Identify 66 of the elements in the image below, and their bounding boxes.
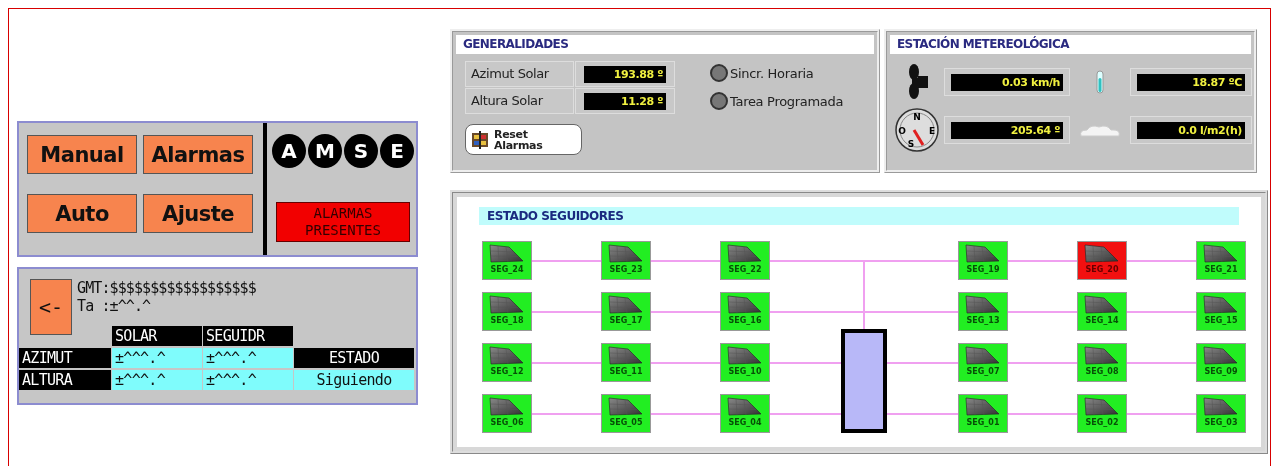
mode-button[interactable]: Auto: [27, 194, 137, 233]
reading-display: 18.87 ºC: [1137, 73, 1245, 91]
tracker-tile[interactable]: SEG_23: [601, 241, 651, 280]
status-header: ESTADO: [294, 348, 414, 368]
reading-label: Altura Solar: [465, 88, 574, 114]
alarm-panel-icon: [470, 129, 490, 150]
row-header: AZIMUT: [19, 348, 111, 368]
compass-letter: O: [898, 126, 906, 136]
column-header: SOLAR: [112, 326, 202, 346]
tracker-tile[interactable]: SEG_17: [601, 292, 651, 331]
tracker-tile[interactable]: SEG_19: [958, 241, 1008, 280]
mode-indicator: E: [380, 134, 414, 168]
mode-indicator: A: [272, 134, 306, 168]
value-field: ±^^^.^: [112, 370, 202, 390]
tracker-tile[interactable]: SEG_09: [1196, 343, 1246, 382]
status-field: Siguiendo: [294, 370, 414, 390]
thermometer-icon: [1094, 70, 1106, 94]
column-header: SEGUIDR: [203, 326, 293, 346]
mode-button[interactable]: Manual: [27, 135, 137, 174]
reset-button[interactable]: Reset Alarmas: [465, 124, 582, 155]
indicator-label: Tarea Programada: [730, 93, 844, 109]
tracker-tile[interactable]: SEG_24: [482, 241, 532, 280]
gmt-text: GMT:$$$$$$$$$$$$$$$$$$: [77, 279, 256, 297]
panel-title: GENERALIDADES: [456, 35, 874, 54]
reading-display: 193.88 º: [584, 65, 666, 83]
tracker-tile[interactable]: SEG_21: [1196, 241, 1246, 280]
row-header: ALTURA: [19, 370, 111, 390]
tracker-tile[interactable]: SEG_10: [720, 343, 770, 382]
tracker-tile[interactable]: SEG_16: [720, 292, 770, 331]
mode-indicator: M: [308, 134, 342, 168]
tracker-tile[interactable]: SEG_22: [720, 241, 770, 280]
reading-display: 0.03 km/h: [951, 73, 1063, 91]
reading-label: Azimut Solar: [465, 61, 574, 87]
reading-display: 11.28 º: [584, 92, 666, 110]
tracker-tile[interactable]: SEG_05: [601, 394, 651, 433]
compass-icon: [895, 108, 939, 152]
tracker-tile[interactable]: SEG_12: [482, 343, 532, 382]
reading-display: 205.64 º: [951, 121, 1063, 139]
compass-letter: S: [907, 139, 915, 149]
compass-letter: E: [928, 126, 936, 136]
indicator-label: Sincr. Horaria: [730, 65, 814, 81]
reading-display: 0.0 l/m2(h): [1137, 121, 1245, 139]
tracker-tile[interactable]: SEG_11: [601, 343, 651, 382]
panel-title: ESTADO SEGUIDORES: [479, 207, 1239, 225]
tracker-tile[interactable]: SEG_02: [1077, 394, 1127, 433]
value-field: ±^^^.^: [203, 370, 293, 390]
compass-letter: N: [913, 112, 921, 122]
mode-indicator: S: [344, 134, 378, 168]
tracker-tile[interactable]: SEG_06: [482, 394, 532, 433]
tracker-tile[interactable]: SEG_07: [958, 343, 1008, 382]
tracker-tile[interactable]: SEG_15: [1196, 292, 1246, 331]
temperature-text: Ta :±^^.^: [77, 297, 152, 315]
tracker-tile[interactable]: SEG_18: [482, 292, 532, 331]
tracker-tile[interactable]: SEG_01: [958, 394, 1008, 433]
tracker-tile[interactable]: SEG_08: [1077, 343, 1127, 382]
panel-title: ESTACIÓN METEREOLÓGICA: [890, 35, 1251, 54]
value-field: ±^^^.^: [112, 348, 202, 368]
back-button[interactable]: <-: [30, 279, 72, 335]
tracker-tile[interactable]: SEG_04: [720, 394, 770, 433]
mode-button[interactable]: Ajuste: [143, 194, 253, 233]
value-field: ±^^^.^: [203, 348, 293, 368]
mode-button[interactable]: Alarmas: [143, 135, 253, 174]
tracker-tile[interactable]: SEG_03: [1196, 394, 1246, 433]
tracker-tile[interactable]: SEG_14: [1077, 292, 1127, 331]
alarm-banner: ALARMAS PRESENTES: [276, 202, 410, 242]
tracker-tile[interactable]: SEG_13: [958, 292, 1008, 331]
